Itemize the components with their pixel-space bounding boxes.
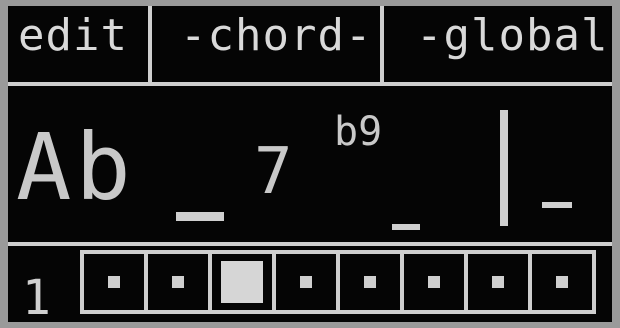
row-number: 1 xyxy=(22,270,51,322)
step-marker xyxy=(364,276,376,288)
chord-extension[interactable]: b9 xyxy=(334,112,382,152)
step-cell[interactable] xyxy=(336,250,404,314)
step-cell[interactable] xyxy=(208,250,276,314)
quality-cursor xyxy=(176,212,224,221)
step-cell[interactable] xyxy=(80,250,148,314)
menu-chord[interactable]: -chord- xyxy=(180,14,372,58)
chord-root[interactable]: Ab xyxy=(16,122,135,214)
menu-underline xyxy=(8,82,612,86)
step-marker xyxy=(108,276,120,288)
slot-cursor xyxy=(542,202,572,208)
step-cell[interactable] xyxy=(464,250,532,314)
menu-divider xyxy=(148,6,152,82)
step-marker xyxy=(172,276,184,288)
menu-edit[interactable]: edit xyxy=(18,14,128,58)
step-row-divider xyxy=(8,242,612,246)
chord-quality[interactable]: 7 xyxy=(254,140,293,204)
menu-divider xyxy=(380,6,384,82)
step-cell[interactable] xyxy=(528,250,596,314)
step-marker xyxy=(428,276,440,288)
step-cell[interactable] xyxy=(272,250,340,314)
step-marker xyxy=(492,276,504,288)
step-cell[interactable] xyxy=(144,250,212,314)
step-marker xyxy=(221,261,263,303)
extension-cursor xyxy=(392,224,420,230)
step-cell[interactable] xyxy=(400,250,468,314)
level-indicator xyxy=(500,110,508,226)
menu-global[interactable]: -global- xyxy=(416,14,612,58)
step-marker xyxy=(300,276,312,288)
oled-screen: edit -chord- -global- Ab 7 b9 1 xyxy=(8,6,612,322)
step-marker xyxy=(556,276,568,288)
